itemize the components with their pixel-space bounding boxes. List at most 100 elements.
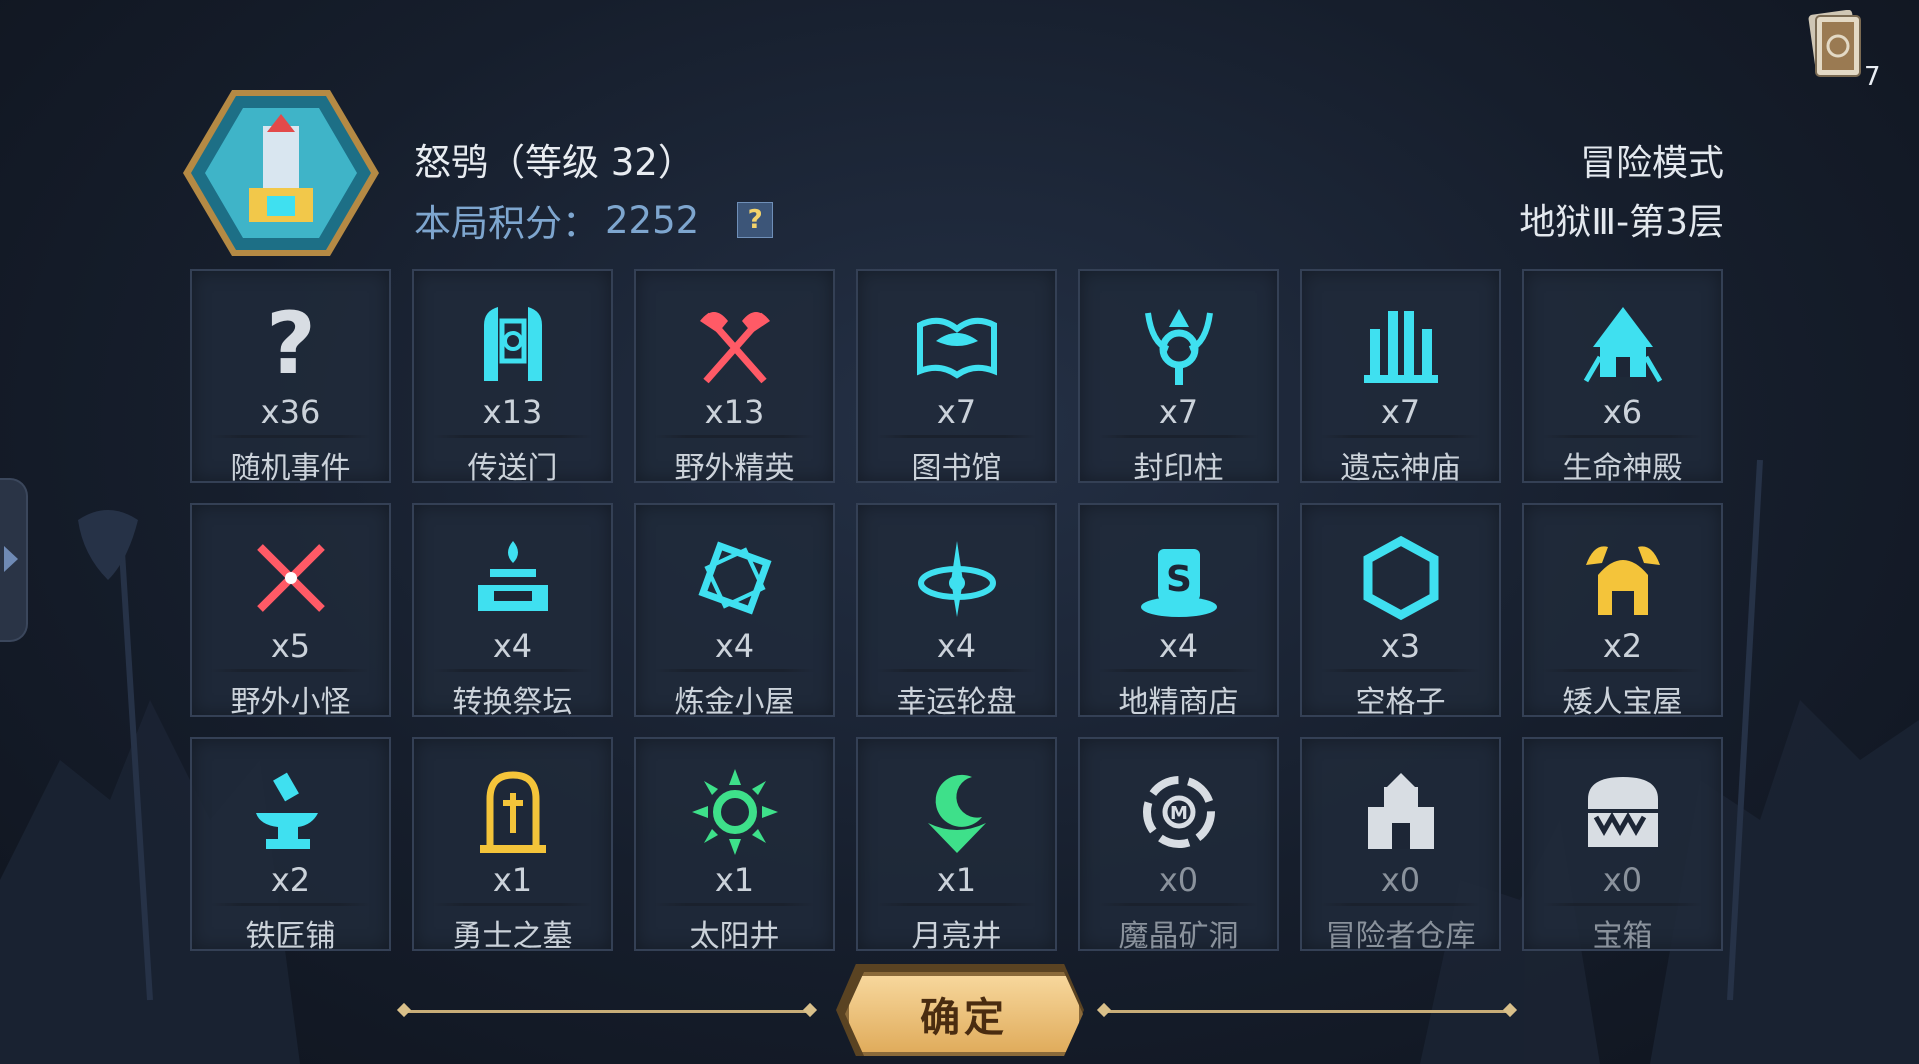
crystal-mine-icon: M [1136,769,1222,855]
tile-divider [1542,435,1703,438]
svg-text:S: S [1166,559,1192,600]
altar-icon [470,535,556,621]
location-tile[interactable]: x1 太阳井 [634,737,835,954]
location-name: 月亮井 [911,919,1002,954]
tile-divider [210,435,371,438]
location-name: 随机事件 [230,451,351,486]
stage-label: 地狱Ⅲ-第3层 [1519,202,1724,243]
location-count: x7 [1380,393,1421,431]
location-tile[interactable]: x13 野外精英 [634,269,835,486]
location-count: x7 [1158,393,1199,431]
location-tile[interactable]: Sx4 地精商店 [1078,503,1279,720]
crossed-axes-icon [692,301,778,387]
location-tile[interactable]: x13 传送门 [412,269,613,486]
location-count: x0 [1158,861,1199,899]
location-tile[interactable]: x0 冒险者仓库 [1300,737,1501,954]
location-tile[interactable]: x3 空格子 [1300,503,1501,720]
score-row: 本局积分： 2252 ? [414,193,774,247]
location-name: 魔晶矿洞 [1118,919,1239,954]
card-deck-button[interactable]: 7 [1806,9,1881,92]
game-mode-title: 冒险模式 [1579,143,1724,184]
wheel-icon [914,535,1000,621]
location-name: 矮人宝屋 [1562,685,1683,720]
location-name: 转换祭坛 [452,685,573,720]
svg-text:?: ? [266,294,316,394]
location-tile[interactable]: x1 勇士之墓 [412,737,613,954]
divider-right [1104,1010,1510,1013]
tile-divider [654,669,815,672]
tile-divider [1542,903,1703,906]
shop-icon: S [1136,535,1222,621]
score-label: 本局积分： [414,202,599,245]
hero-portrait-icon [183,90,379,256]
location-name: 野外小怪 [230,685,351,720]
tile-divider [1320,435,1481,438]
warehouse-icon [1358,769,1444,855]
location-count: x36 [260,393,321,431]
location-count: x13 [704,393,765,431]
location-tile[interactable]: x7 封印柱 [1078,269,1279,486]
avatar[interactable] [183,88,379,258]
location-tile[interactable]: Mx0 魔晶矿洞 [1078,737,1279,954]
confirm-button[interactable]: 确定 [845,972,1083,1056]
location-count: x0 [1602,861,1643,899]
location-tile[interactable]: x0 宝箱 [1522,737,1723,954]
location-tile[interactable]: x2 矮人宝屋 [1522,503,1723,720]
location-name: 野外精英 [674,451,795,486]
tile-divider [1320,669,1481,672]
crossed-swords-icon [248,535,334,621]
location-count: x1 [936,861,977,899]
location-tile[interactable]: x2 铁匠铺 [190,737,391,954]
anvil-icon [248,769,334,855]
location-name: 遗忘神庙 [1340,451,1461,486]
divider-left [404,1010,810,1013]
location-tile[interactable]: x4 炼金小屋 [634,503,835,720]
location-name: 勇士之墓 [452,919,573,954]
hexagon-icon [1358,535,1444,621]
location-tile[interactable]: x7 图书馆 [856,269,1057,486]
sun-well-icon [691,769,778,855]
tile-divider [1320,903,1481,906]
location-tile[interactable]: x5 野外小怪 [190,503,391,720]
tile-divider [876,669,1037,672]
tile-divider [432,903,593,906]
location-summary-grid: ? x36 随机事件 x13 传送门 x13 野外精英 x7 图书馆 x7 封印柱 x7 遗忘神庙 x6 生… [190,269,1725,954]
location-count: x6 [1602,393,1643,431]
location-count: x4 [936,627,977,665]
location-count: x2 [270,861,311,899]
location-name: 炼金小屋 [674,685,795,720]
player-name: 怒鸮（等级 32） [414,141,695,184]
score-value: 2252 [605,198,700,242]
tile-divider [210,669,371,672]
side-panel-toggle[interactable] [0,478,28,642]
tile-divider [432,669,593,672]
svg-text:M: M [1170,803,1188,824]
tile-divider [1098,669,1259,672]
tile-divider [210,903,371,906]
location-count: x4 [492,627,533,665]
book-icon [914,301,1000,387]
tile-divider [654,903,815,906]
location-name: 幸运轮盘 [896,685,1017,720]
tile-divider [654,435,815,438]
location-tile[interactable]: x1 月亮井 [856,737,1057,954]
location-tile[interactable]: x4 幸运轮盘 [856,503,1057,720]
location-tile[interactable]: x7 遗忘神庙 [1300,269,1501,486]
tile-divider [432,435,593,438]
location-name: 空格子 [1355,685,1446,720]
tile-divider [1542,669,1703,672]
location-count: x1 [714,861,755,899]
location-name: 铁匠铺 [245,919,336,954]
moon-well-icon [914,769,1000,855]
location-name: 冒险者仓库 [1325,919,1476,954]
dwarf-house-icon [1580,535,1666,621]
location-count: x7 [936,393,977,431]
tile-divider [876,435,1037,438]
location-tile[interactable]: ? x36 随机事件 [190,269,391,486]
score-help-button[interactable]: ? [737,202,774,238]
location-name: 宝箱 [1592,919,1653,954]
location-tile[interactable]: x4 转换祭坛 [412,503,613,720]
location-count: x5 [270,627,311,665]
location-tile[interactable]: x6 生命神殿 [1522,269,1723,486]
location-count: x0 [1380,861,1421,899]
